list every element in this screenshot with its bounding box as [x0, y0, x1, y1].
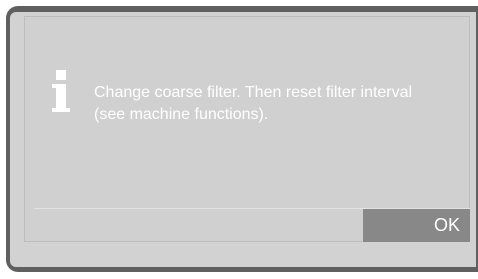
- ok-button[interactable]: OK: [363, 209, 470, 242]
- device-frame: Change coarse filter. Then reset filter …: [0, 0, 478, 279]
- info-icon: [52, 70, 70, 112]
- dialog-message: Change coarse filter. Then reset filter …: [94, 84, 413, 123]
